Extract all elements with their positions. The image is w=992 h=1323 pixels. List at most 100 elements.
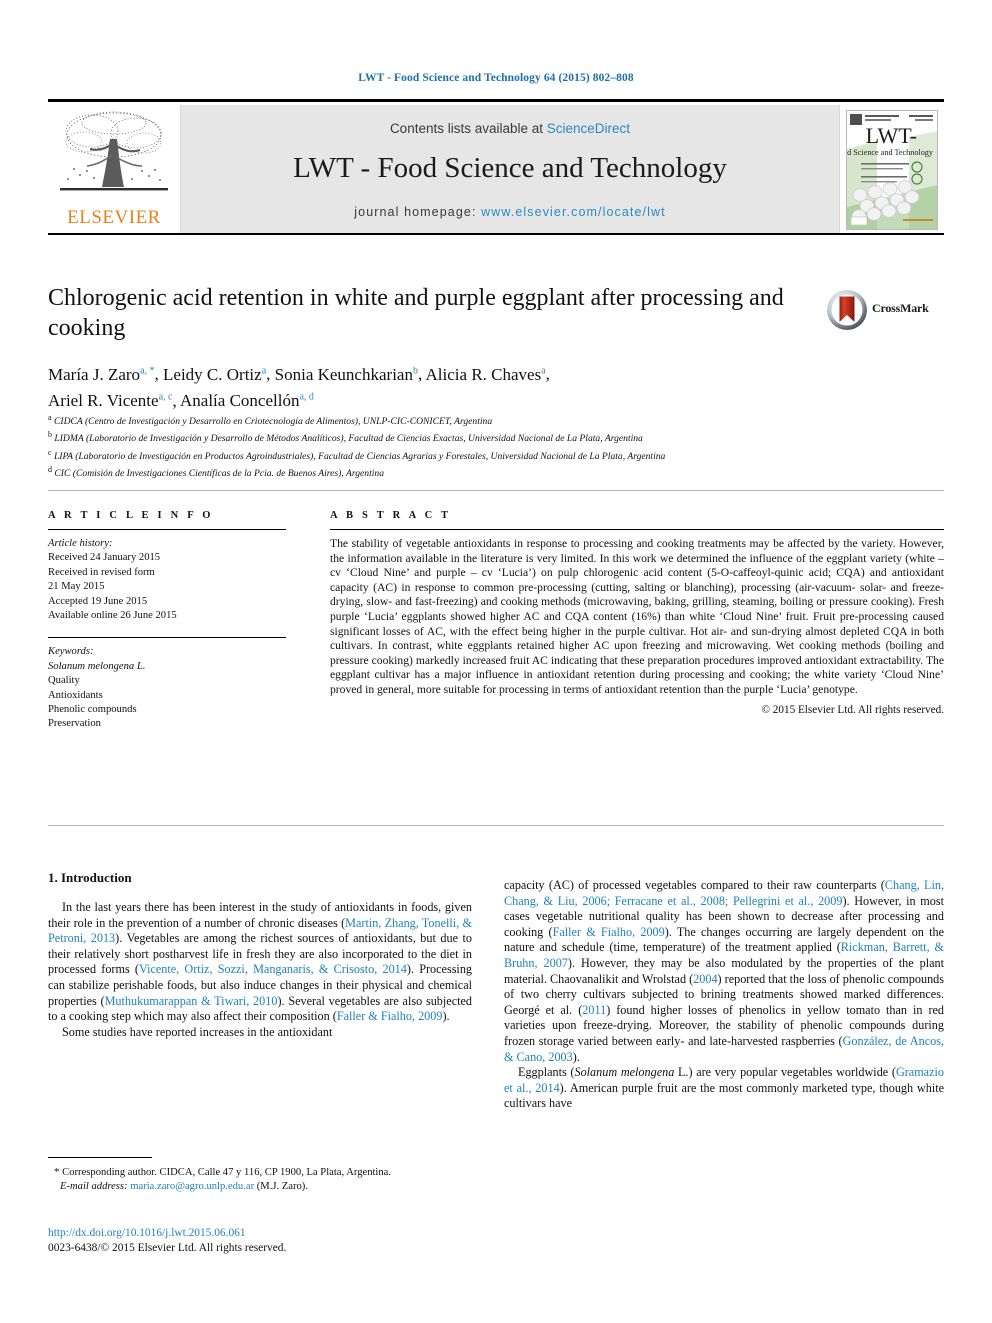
affiliation-mark: d [48,465,52,475]
abstract-column: A B S T R A C T The stability of vegetab… [330,510,944,716]
author-name: Leidy C. Ortiz [163,364,262,384]
body-column-left: 1. Introduction In the last years there … [48,870,472,1040]
author-item: Ariel R. Vicentea, c [48,391,172,410]
article-history-group: Article history: Received 24 January 201… [48,537,286,623]
citation-link[interactable]: Muthukumarappan & Tiwari, 2010 [105,994,278,1008]
author-item: Sonia Keunchkarianb [275,365,418,384]
email-label: E-mail address: [60,1181,128,1192]
keyword-item: Preservation [48,718,101,730]
article-history-label: Article history: [48,538,113,549]
keyword-item: Quality [48,675,80,687]
svg-text:Food Science and Technology: Food Science and Technology [847,148,934,157]
author-item: Alicia R. Chavesa [426,365,546,384]
abstract-copyright: © 2015 Elsevier Ltd. All rights reserved… [761,703,945,716]
article-page: LWT - Food Science and Technology 64 (20… [0,0,992,1323]
section-title-introduction: 1. Introduction [48,870,132,885]
footnote-rule [48,1157,152,1158]
citation-link[interactable]: Martin, Zhang, Tonelli, & Petroni, 2013 [48,916,472,946]
keyword-item: Phenolic compounds [48,704,137,716]
homepage-url-link[interactable]: www.elsevier.com/locate/lwt [481,205,666,219]
footnote-line: * Corresponding author. CIDCA, Calle 47 … [48,1165,472,1194]
article-info-column: A R T I C L E I N F O Article history: R… [48,510,286,732]
body-column-right: capacity (AC) of processed vegetables co… [504,878,944,1112]
journal-masthead: ELSEVIER Contents lists available at Sci… [48,99,944,235]
history-line: 21 May 2015 [48,581,105,593]
contents-available-line: Contents lists available at ScienceDirec… [181,121,839,136]
keyword-item: Solanum melongena L. [48,660,146,672]
info-section-bottom-rule [48,825,944,826]
history-line: Available online 26 June 2015 [48,610,177,622]
paragraph: In the last years there has been interes… [48,900,473,1024]
affiliation-text: LIPA (Laboratorio de Investigación en Pr… [53,450,666,462]
citation-link[interactable]: Faller & Fialho, 2009 [337,1009,443,1023]
affiliation-text: CIDCA (Centro de Investigación y Desarro… [53,416,493,428]
affiliation-mark: b [48,430,52,440]
crossmark-badge[interactable]: CrossMark [826,288,934,334]
sciencedirect-link[interactable]: ScienceDirect [547,121,630,136]
citation-link[interactable]: Chang, Lin, Chang, & Liu, 2006; Ferracan… [504,878,944,908]
journal-homepage-line: journal homepage: www.elsevier.com/locat… [181,205,839,219]
author-marks: b [412,365,418,376]
article-info-rule [48,529,286,530]
keywords-group: Keywords: Solanum melongena L. Quality A… [48,645,286,731]
author-item: Analía Concellóna, d [180,391,314,410]
paper-title: Chlorogenic acid retention in white and … [48,285,784,341]
email-suffix: (M.J. Zaro). [256,1181,308,1192]
author-list: María J. Zaroa, *, Leidy C. Ortiza, Soni… [48,364,550,411]
footnote-star: * [54,1166,60,1178]
author-item: María J. Zaroa, * [48,365,155,384]
affiliation-mark: c [48,447,52,457]
affiliation-item: d CIC (Comisión de Investigaciones Cient… [48,463,928,480]
abstract-rule [330,529,944,530]
corresponding-author-footnote: * Corresponding author. CIDCA, Calle 47 … [48,1157,472,1194]
paragraph: Some studies have reported increases in … [62,1024,333,1039]
citation-link[interactable]: Rickman, Barrett, & Bruhn, 2007 [504,940,944,970]
author-marks: a [541,365,546,376]
journal-title: LWT - Food Science and Technology [293,152,727,184]
crossmark-icon [827,290,867,330]
abstract-heading: A B S T R A C T [330,510,452,521]
author-name: María J. Zaro [48,364,141,384]
author-name: Ariel R. Vicente [48,391,159,411]
affiliation-list: a CIDCA (Centro de Investigación y Desar… [48,411,928,481]
contents-prefix: Contents lists available at [389,121,547,136]
citation-link[interactable]: Faller & Fialho, 2009 [553,925,665,939]
issn-copyright-line: 0023-6438/© 2015 Elsevier Ltd. All right… [48,1242,287,1254]
author-marks: a, c [158,391,173,403]
paragraph: capacity (AC) of processed vegetables co… [504,878,945,1064]
affiliation-item: c LIPA (Laboratorio de Investigación en … [48,446,928,463]
author-item: Leidy C. Ortiza [163,365,266,384]
author-marks: a, * [140,365,155,376]
author-name: Alicia R. Chaves [425,364,542,384]
crossmark-label: CrossMark [872,301,929,315]
article-info-divider [48,637,286,639]
author-name: Analía Concellón [180,391,300,411]
author-marks: a [261,365,267,376]
svg-text:LWT-: LWT- [866,123,917,148]
homepage-label: journal homepage: [354,205,482,219]
history-line: Received in revised form [48,566,155,578]
info-section-top-rule [48,490,944,491]
history-line: Accepted 19 June 2015 [48,595,148,607]
author-name: Sonia Keunchkarian [274,364,413,384]
citation-link[interactable]: González, de Ancos, & Cano, 2003 [504,1034,944,1064]
citation-link[interactable]: Vicente, Ortiz, Sozzi, Manganaris, & Cri… [139,962,407,976]
citation-link[interactable]: 2004 [693,972,717,986]
affiliation-mark: a [48,413,52,422]
elsevier-wordmark: ELSEVIER [67,207,161,228]
keyword-item: Antioxidants [48,689,103,701]
citation-link[interactable]: Gramazio et al., 2014 [504,1065,944,1095]
paragraph: Eggplants (Solanum melongena L.) are ver… [504,1065,945,1111]
journal-cover-thumbnail[interactable]: LWT- Food Science and Technology [839,105,944,233]
affiliation-item: a CIDCA (Centro de Investigación y Desar… [48,411,928,428]
elsevier-logo: ELSEVIER [48,105,181,233]
running-head: LWT - Food Science and Technology 64 (20… [358,72,634,84]
doi-block: http://dx.doi.org/10.1016/j.lwt.2015.06.… [48,1226,472,1256]
citation-link[interactable]: 2011 [582,1003,606,1017]
abstract-text: The stability of vegetable antioxidants … [330,537,944,696]
author-email-link[interactable]: maria.zaro@agro.unlp.edu.ar [130,1181,254,1192]
article-info-heading: A R T I C L E I N F O [48,510,214,521]
doi-link[interactable]: http://dx.doi.org/10.1016/j.lwt.2015.06.… [48,1226,472,1241]
affiliation-text: CIC (Comisión de Investigaciones Científ… [54,468,385,480]
elsevier-tree-icon [60,111,168,191]
